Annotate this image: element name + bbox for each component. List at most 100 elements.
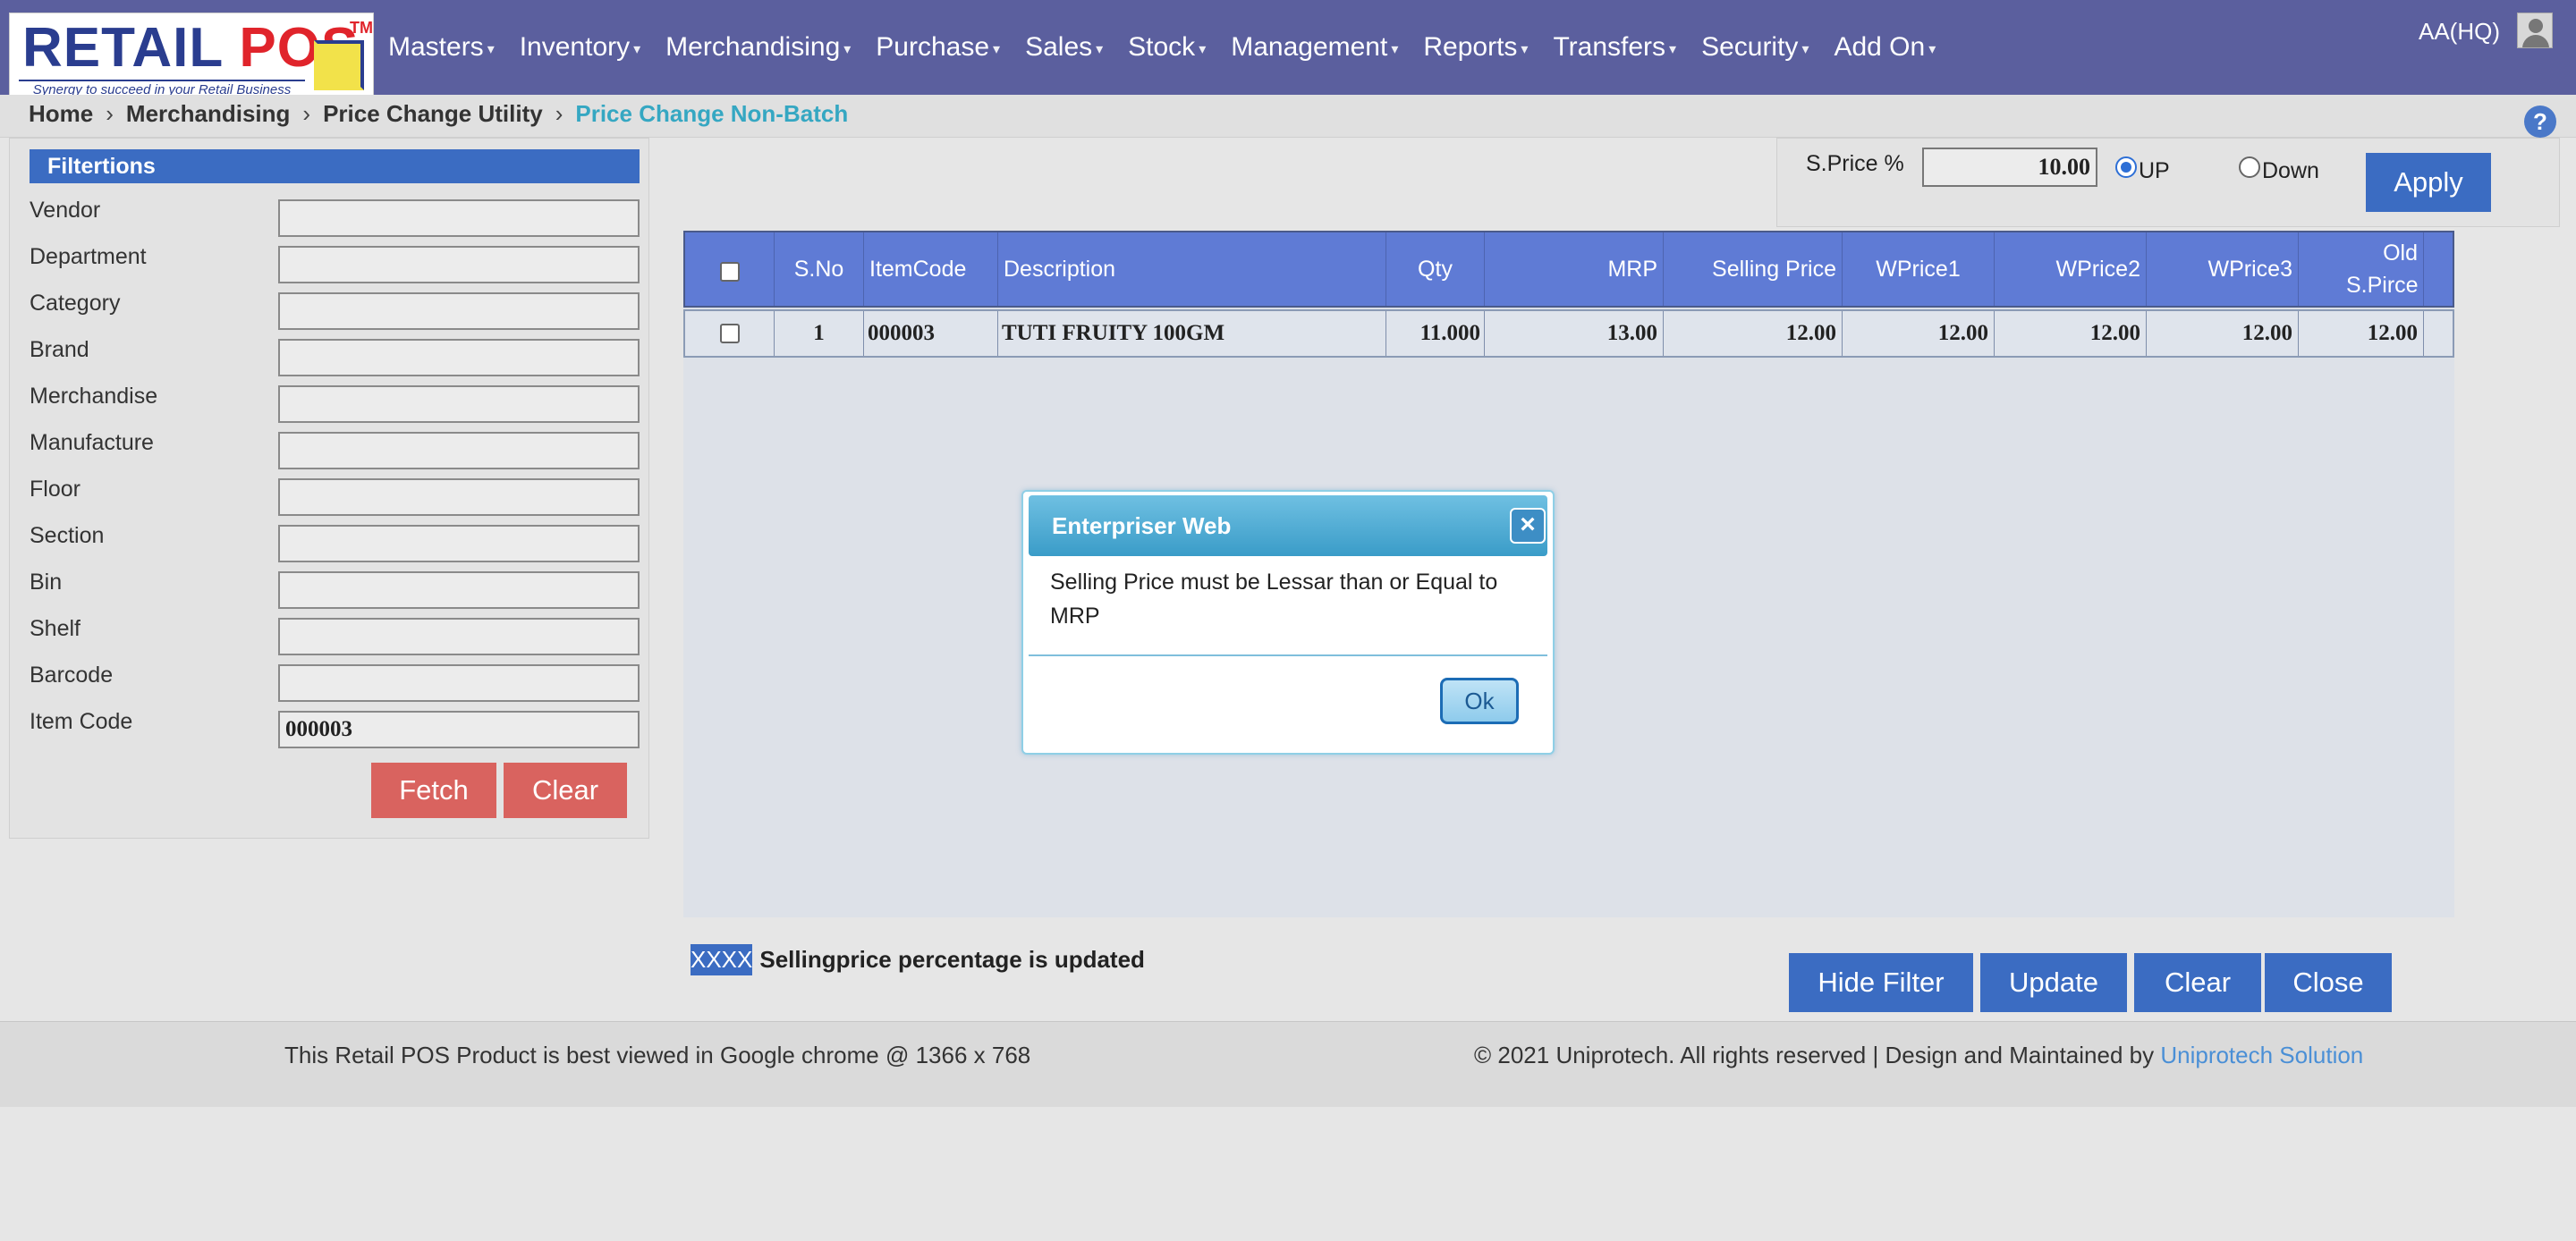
- item-code-input[interactable]: 000003: [278, 711, 640, 748]
- breadcrumb-separator: ›: [555, 100, 564, 127]
- footer-browser-note: This Retail POS Product is best viewed i…: [284, 1042, 1031, 1068]
- dialog-message: Selling Price must be Lessar than or Equ…: [1050, 570, 1498, 629]
- header-mrp[interactable]: MRP: [1485, 232, 1664, 306]
- top-navbar: RETAIL POS TM Synergy to succeed in your…: [0, 0, 2576, 97]
- apply-button[interactable]: Apply: [2366, 153, 2491, 212]
- bin-input[interactable]: [278, 571, 640, 609]
- menu-reports[interactable]: Reports ▾: [1423, 32, 1528, 63]
- filter-row-department: Department: [30, 242, 640, 283]
- breadcrumb-merchandising[interactable]: Merchandising: [126, 100, 290, 128]
- cell-wprice3[interactable]: 12.00: [2147, 311, 2299, 356]
- cell-mrp: 13.00: [1485, 311, 1664, 356]
- header-wprice2[interactable]: WPrice2: [1995, 232, 2147, 306]
- caret-down-icon: ▾: [487, 42, 495, 57]
- table-row[interactable]: 1 000003 TUTI FRUITY 100GM 11.000 13.00 …: [683, 309, 2454, 358]
- manufacture-input[interactable]: [278, 432, 640, 469]
- menu-add-on[interactable]: Add On ▾: [1834, 32, 1936, 63]
- fetch-button[interactable]: Fetch: [371, 763, 496, 818]
- merchandise-input[interactable]: [278, 385, 640, 423]
- section-input[interactable]: [278, 525, 640, 562]
- cell-wprice2[interactable]: 12.00: [1995, 311, 2147, 356]
- caret-down-icon: ▾: [993, 42, 1001, 57]
- barcode-input[interactable]: [278, 664, 640, 702]
- cell-wprice1[interactable]: 12.00: [1843, 311, 1995, 356]
- user-avatar-icon[interactable]: [2517, 13, 2553, 48]
- cell-itemcode: 000003: [864, 311, 998, 356]
- hide-filter-button[interactable]: Hide Filter: [1789, 953, 1973, 1012]
- vendor-input[interactable]: [278, 199, 640, 237]
- caret-down-icon: ▾: [1801, 42, 1809, 57]
- update-button[interactable]: Update: [1980, 953, 2127, 1012]
- sprice-percent-input[interactable]: 10.00: [1922, 148, 2097, 187]
- shelf-input[interactable]: [278, 618, 640, 655]
- menu-security[interactable]: Security ▾: [1701, 32, 1809, 63]
- header-itemcode[interactable]: ItemCode: [864, 232, 998, 306]
- row-checkbox[interactable]: [719, 324, 740, 343]
- up-radio[interactable]: [2115, 156, 2137, 178]
- header-wprice1[interactable]: WPrice1: [1843, 232, 1995, 306]
- cell-selling-price[interactable]: 12.00: [1664, 311, 1843, 356]
- header-description[interactable]: Description: [998, 232, 1386, 306]
- menu-purchase[interactable]: Purchase ▾: [876, 32, 1000, 63]
- menu-masters[interactable]: Masters ▾: [388, 32, 495, 63]
- filter-row-vendor: Vendor: [30, 196, 640, 237]
- header-sno[interactable]: S.No: [775, 232, 864, 306]
- breadcrumb-bar: Home › Merchandising › Price Change Util…: [0, 95, 2576, 138]
- filter-clear-button[interactable]: Clear: [504, 763, 627, 818]
- menu-sales[interactable]: Sales ▾: [1025, 32, 1103, 63]
- department-input[interactable]: [278, 246, 640, 283]
- help-icon[interactable]: ?: [2524, 106, 2556, 138]
- filter-row-merchandise: Merchandise: [30, 382, 640, 423]
- filter-label: Manufacture: [30, 430, 154, 455]
- menu-transfers[interactable]: Transfers ▾: [1553, 32, 1676, 63]
- caret-down-icon: ▾: [1928, 42, 1936, 57]
- brand-input[interactable]: [278, 339, 640, 376]
- item-grid: S.No ItemCode Description Qty MRP Sellin…: [683, 231, 2454, 917]
- menu-management[interactable]: Management ▾: [1231, 32, 1398, 63]
- category-input[interactable]: [278, 292, 640, 330]
- filter-row-brand: Brand: [30, 335, 640, 376]
- filter-row-item-code: Item Code 000003: [30, 707, 640, 748]
- filter-label: Vendor: [30, 198, 101, 223]
- filter-label: Section: [30, 523, 105, 548]
- header-selling-price[interactable]: Selling Price: [1664, 232, 1843, 306]
- menu-inventory[interactable]: Inventory ▾: [520, 32, 640, 63]
- header-qty[interactable]: Qty: [1386, 232, 1485, 306]
- filter-row-barcode: Barcode: [30, 661, 640, 702]
- cell-sno: 1: [775, 311, 864, 356]
- footer: This Retail POS Product is best viewed i…: [0, 1021, 2576, 1107]
- filter-row-shelf: Shelf: [30, 614, 640, 655]
- header-wprice3[interactable]: WPrice3: [2147, 232, 2299, 306]
- cell-qty: 11.000: [1386, 311, 1485, 356]
- menu-stock[interactable]: Stock ▾: [1128, 32, 1206, 63]
- filter-panel: Filtertions Vendor Department Category B…: [9, 138, 649, 839]
- filter-label: Department: [30, 244, 147, 269]
- breadcrumb-home[interactable]: Home: [29, 100, 93, 128]
- floor-input[interactable]: [278, 478, 640, 516]
- filter-label: Merchandise: [30, 384, 158, 409]
- main-menu: Masters ▾ Inventory ▾ Merchandising ▾ Purch…: [388, 0, 1961, 95]
- footer-company-link[interactable]: Uniprotech Solution: [2160, 1042, 2363, 1068]
- filter-label: Shelf: [30, 616, 80, 641]
- caret-down-icon: ▾: [1096, 42, 1104, 57]
- header-old-sprice[interactable]: Old S.Pirce: [2299, 232, 2424, 306]
- select-all-checkbox[interactable]: [719, 262, 740, 282]
- close-button[interactable]: Close: [2265, 953, 2392, 1012]
- clear-button[interactable]: Clear: [2134, 953, 2261, 1012]
- caret-down-icon: ▾: [1669, 42, 1677, 57]
- filter-label: Item Code: [30, 709, 133, 734]
- down-radio[interactable]: [2239, 156, 2260, 178]
- grid-header: S.No ItemCode Description Qty MRP Sellin…: [683, 231, 2454, 308]
- close-icon[interactable]: ×: [1510, 508, 1546, 544]
- filter-label: Floor: [30, 477, 80, 502]
- caret-down-icon: ▾: [633, 42, 641, 57]
- retail-pos-logo[interactable]: RETAIL POS TM Synergy to succeed in your…: [9, 13, 374, 97]
- caret-down-icon: ▾: [1199, 42, 1207, 57]
- filter-row-floor: Floor: [30, 475, 640, 516]
- breadcrumb-price-change-utility[interactable]: Price Change Utility: [323, 100, 543, 128]
- ok-button[interactable]: Ok: [1440, 678, 1519, 724]
- breadcrumb-separator: ›: [302, 100, 311, 127]
- user-name[interactable]: AA(HQ): [2419, 18, 2500, 46]
- menu-merchandising[interactable]: Merchandising ▾: [665, 32, 851, 63]
- logo-square-icon: [314, 40, 364, 90]
